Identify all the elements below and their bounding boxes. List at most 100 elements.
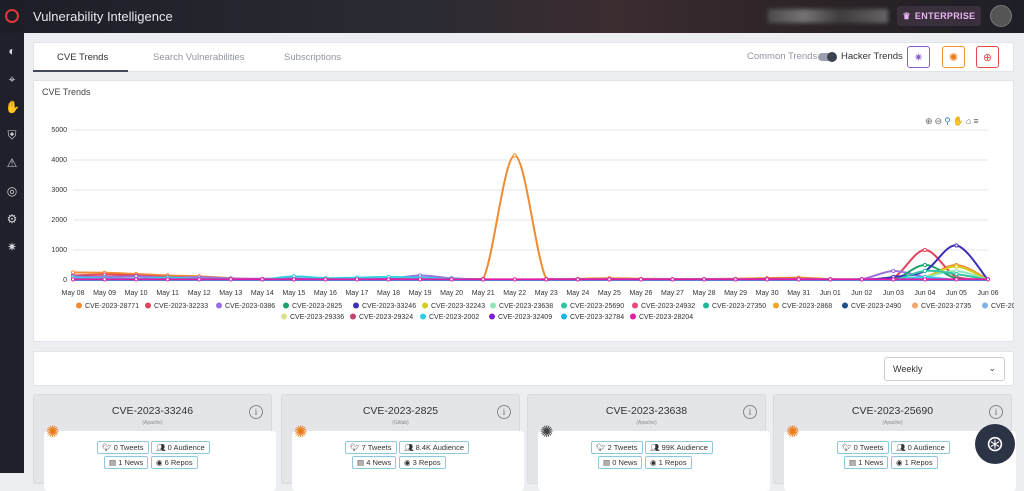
audience-icon: 👥︎ bbox=[156, 443, 166, 452]
data-point bbox=[638, 277, 644, 282]
data-point bbox=[954, 277, 959, 282]
legend-marker bbox=[353, 302, 359, 309]
news-chip[interactable]: ▤ 1 News bbox=[104, 456, 149, 469]
dashboard-icon[interactable]: ◐ bbox=[5, 44, 19, 58]
legend-marker bbox=[145, 302, 151, 309]
news-chip[interactable]: ▤ 0 News bbox=[598, 456, 643, 469]
info-icon[interactable]: i bbox=[743, 405, 757, 419]
info-icon[interactable]: i bbox=[249, 405, 263, 419]
y-tick-label: 0 bbox=[63, 277, 67, 284]
data-point bbox=[954, 271, 959, 277]
spider-icon: ✺ bbox=[540, 424, 554, 441]
enterprise-badge[interactable]: ♛ ENTERPRISE bbox=[897, 6, 981, 26]
enterprise-label: ENTERPRISE bbox=[914, 11, 976, 21]
tweets-chip[interactable]: 🐦︎ 0 Tweets bbox=[97, 441, 149, 454]
tweets-chip[interactable]: 🐦︎ 0 Tweets bbox=[837, 441, 889, 454]
app-logo-icon[interactable] bbox=[5, 9, 19, 23]
settings-icon[interactable]: ⚙ bbox=[5, 212, 19, 226]
legend-label: CVE-2023-32233 bbox=[154, 303, 208, 310]
x-tick-label: May 09 bbox=[93, 290, 116, 297]
alert-icon[interactable]: ⚠ bbox=[5, 156, 19, 170]
x-tick-label: May 13 bbox=[219, 290, 242, 297]
data-point bbox=[291, 277, 296, 282]
repos-count: 3 Repos bbox=[412, 458, 441, 467]
y-tick-label: 4000 bbox=[51, 157, 67, 164]
data-point bbox=[575, 277, 580, 282]
audience-icon: 👥︎ bbox=[650, 443, 660, 452]
legend-label: CVE-2023-2735 bbox=[921, 303, 971, 310]
add-button[interactable]: ⊕ bbox=[976, 46, 999, 68]
toggle-knob bbox=[827, 52, 837, 62]
target-icon[interactable]: ◎ bbox=[5, 184, 19, 198]
x-tick-label: May 15 bbox=[282, 290, 305, 297]
user-name-blurred[interactable] bbox=[768, 9, 888, 23]
x-tick-label: May 30 bbox=[756, 290, 779, 297]
data-point bbox=[197, 277, 202, 282]
x-tick-label: May 12 bbox=[188, 290, 211, 297]
tweets-chip[interactable]: 🐦︎ 7 Tweets bbox=[345, 441, 397, 454]
news-chip[interactable]: ▤ 4 News bbox=[352, 456, 397, 469]
data-point bbox=[323, 277, 328, 282]
series-line bbox=[72, 248, 989, 282]
x-tick-label: Jun 05 bbox=[946, 290, 967, 297]
data-point bbox=[891, 268, 896, 274]
app-title: Vulnerability Intelligence bbox=[33, 9, 173, 24]
help-lifebuoy-button[interactable]: ⊛ bbox=[975, 424, 1015, 464]
x-tick-label: May 14 bbox=[251, 290, 274, 297]
x-tick-label: Jun 01 bbox=[820, 290, 841, 297]
data-point bbox=[481, 277, 486, 282]
purple-bug-button[interactable]: ✷ bbox=[907, 46, 930, 68]
hand-icon[interactable]: ✋ bbox=[5, 100, 20, 114]
x-tick-label: May 25 bbox=[598, 290, 621, 297]
data-point bbox=[922, 262, 927, 268]
period-select-value: Weekly bbox=[893, 364, 923, 374]
legend-marker bbox=[703, 302, 709, 309]
audience-icon: 👥︎ bbox=[896, 443, 906, 452]
legend-label: CVE-2023-29336 bbox=[290, 314, 344, 321]
tab-cve-trends[interactable]: CVE Trends bbox=[57, 52, 108, 63]
info-icon[interactable]: i bbox=[497, 405, 511, 419]
cve-card[interactable]: CVE-2023-33246 (Apache) i ✺ 🐦︎ 0 Tweets 👥︎ 0 … bbox=[33, 394, 276, 491]
card-vendor: (Gitlab) bbox=[392, 420, 409, 426]
legend-label: CVE-2023-2825 bbox=[292, 303, 342, 310]
tab-search-vulnerabilities[interactable]: Search Vulnerabilities bbox=[153, 52, 245, 63]
tweets-chip[interactable]: 🐦︎ 2 Tweets bbox=[591, 441, 643, 454]
info-icon[interactable]: i bbox=[989, 405, 1003, 419]
news-count: 4 News bbox=[366, 458, 392, 467]
bug-icon[interactable]: ✷ bbox=[5, 240, 19, 254]
cve-card[interactable]: CVE-2023-2825 (Gitlab) i ✺ 🐦︎ 7 Tweets 👥︎ 8.4… bbox=[281, 394, 524, 491]
repos-chip[interactable]: ◉ 1 Repos bbox=[891, 456, 938, 469]
audience-icon: 👥︎ bbox=[404, 443, 414, 452]
x-tick-label: May 26 bbox=[629, 290, 652, 297]
legend-label: CVE-2023-28204 bbox=[639, 314, 693, 321]
scan-icon[interactable]: ⌖ bbox=[5, 72, 19, 86]
x-tick-label: May 17 bbox=[345, 290, 368, 297]
news-icon: ▤ bbox=[849, 458, 857, 467]
chart-title: CVE Trends bbox=[42, 87, 91, 97]
audience-chip[interactable]: 👥︎ 8.4K Audience bbox=[399, 441, 469, 454]
data-point bbox=[544, 277, 549, 282]
spider-icon: ✺ bbox=[46, 424, 60, 441]
orange-bug-button[interactable]: ✺ bbox=[942, 46, 965, 68]
avatar[interactable] bbox=[990, 5, 1012, 27]
data-point bbox=[765, 277, 770, 282]
shield-icon[interactable]: ⛨ bbox=[5, 128, 19, 142]
period-select[interactable]: Weekly ⌄ bbox=[884, 357, 1005, 381]
card-vendor: (Apache) bbox=[882, 420, 903, 426]
audience-chip[interactable]: 👥︎ 0 Audience bbox=[891, 441, 950, 454]
data-point bbox=[701, 277, 707, 282]
cve-card[interactable]: CVE-2023-23638 (Apache) i ✺ 🐦︎ 2 Tweets 👥︎ 99… bbox=[527, 394, 770, 491]
audience-chip[interactable]: 👥︎ 99K Audience bbox=[645, 441, 713, 454]
twitter-icon: 🐦︎ bbox=[102, 443, 112, 452]
trends-toggle[interactable] bbox=[818, 52, 837, 62]
repos-chip[interactable]: ◉ 3 Repos bbox=[399, 456, 446, 469]
data-point bbox=[134, 277, 139, 282]
legend-label: CVE-2023-32409 bbox=[498, 314, 552, 321]
legend-label: CVE-2023-29324 bbox=[359, 314, 413, 321]
y-tick-label: 3000 bbox=[51, 187, 67, 194]
audience-chip[interactable]: 👥︎ 0 Audience bbox=[151, 441, 210, 454]
tab-subscriptions[interactable]: Subscriptions bbox=[284, 52, 341, 63]
repos-chip[interactable]: ◉ 1 Repos bbox=[645, 456, 692, 469]
news-chip[interactable]: ▤ 1 News bbox=[844, 456, 889, 469]
repos-chip[interactable]: ◉ 6 Repos bbox=[151, 456, 198, 469]
